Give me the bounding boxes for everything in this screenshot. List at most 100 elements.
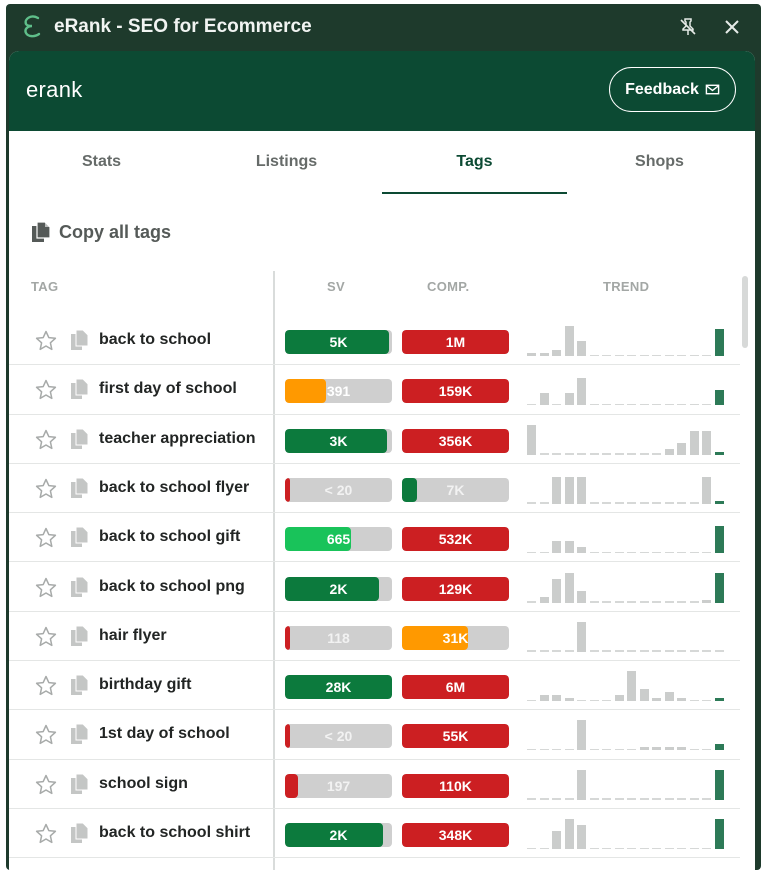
feedback-button[interactable]: Feedback [609,67,736,112]
table-row: back to school png 2K 129K [9,563,740,612]
column-header-tag: TAG [31,279,59,294]
trend-chart [527,718,727,751]
trend-bar [689,650,699,652]
trend-bar [714,329,724,356]
trend-bar [589,502,599,504]
tab-stats[interactable]: Stats [9,131,194,193]
star-icon[interactable] [34,526,58,550]
copy-tag-icon[interactable] [71,576,89,598]
table-row: hair flyer 118 31K [9,612,740,662]
tab-tags[interactable]: Tags [382,131,567,194]
star-icon[interactable] [34,378,58,402]
trend-bar [664,747,674,751]
tag-name[interactable]: back to school gift [99,528,240,546]
tag-name[interactable]: back to school png [99,578,245,596]
copy-all-label: Copy all tags [59,221,172,242]
star-icon[interactable] [34,674,58,698]
star-icon[interactable] [34,477,58,501]
tag-name[interactable]: 1st day of school [99,725,230,743]
trend-bar [652,502,661,504]
trend-chart [527,620,727,652]
comp-bar: 110K [402,773,509,798]
tag-name[interactable]: back to school flyer [99,479,249,497]
trend-bar [614,601,624,603]
sv-bar: 2K [285,576,392,601]
trend-bar [589,699,599,702]
trend-bar [539,748,549,751]
copy-tag-icon[interactable] [71,330,89,351]
copy-tag-icon[interactable] [71,428,89,450]
scrollbar-thumb[interactable] [742,276,748,348]
trend-bar [602,748,611,751]
table-row: teacher appreciation 3K 356K [9,415,740,464]
copy-tag-icon[interactable] [71,724,89,745]
trend-bar [564,819,574,849]
tab-shops[interactable]: Shops [567,131,752,193]
comp-value: 110K [439,777,472,794]
star-icon[interactable] [34,773,58,797]
trend-bar [714,769,724,800]
trend-bar [627,551,636,554]
tag-name[interactable]: hair flyer [99,627,167,645]
trend-bar [552,578,561,603]
trend-bar [677,798,686,800]
star-icon[interactable] [34,723,58,747]
unpin-button[interactable] [674,13,702,41]
trend-bar [602,699,611,702]
close-button[interactable] [718,13,746,41]
trend-bar [614,453,624,455]
trend-bar [689,847,699,849]
trend-chart [527,373,727,406]
comp-bar: 7K [402,477,509,502]
table-row: back to school flyer < 20 7K [9,464,740,514]
copy-all-tags-button[interactable]: Copy all tags [31,219,171,245]
star-icon[interactable] [34,576,58,600]
copy-tag-icon[interactable] [71,625,89,647]
copy-tag-icon[interactable] [71,477,89,499]
trend-bar [527,748,536,751]
column-header-sv[interactable]: SV [327,279,345,294]
copy-tag-icon[interactable] [71,823,89,844]
trend-bar [589,403,599,406]
tab-listings[interactable]: Listings [194,131,379,193]
trend-bar [577,699,586,702]
tag-name[interactable]: school sign [99,775,188,793]
trend-bar [627,671,636,702]
copy-tag-icon[interactable] [71,675,89,696]
comp-bar: 159K [402,379,509,404]
trend-bar [539,453,549,455]
tag-name[interactable]: teacher appreciation [99,430,256,448]
tag-name[interactable]: birthday gift [99,676,191,694]
trend-bar [602,798,611,800]
sv-bar: 391 [285,379,392,404]
tag-name[interactable]: back to school shirt [99,824,250,842]
comp-bar: 1M [402,330,509,354]
star-icon[interactable] [34,329,58,353]
window-title: eRank - SEO for Ecommerce [54,16,312,37]
sv-value: 197 [326,777,351,794]
star-icon[interactable] [34,428,58,452]
trend-bar [577,341,586,356]
tag-name[interactable]: back to school [99,331,211,349]
column-header-comp[interactable]: COMP. [427,279,469,294]
copy-tag-icon[interactable] [71,773,89,795]
trend-bar [564,572,574,603]
comp-value: 356K [438,432,473,449]
trend-bar [539,393,549,406]
trend-bar [589,551,599,554]
trend-bar [639,453,649,455]
copy-tag-icon[interactable] [71,379,89,400]
sv-bar: 118 [285,625,392,650]
trend-bar [664,798,674,800]
trend-bar [639,798,649,800]
trend-bar [677,403,686,406]
trend-bar [689,354,699,356]
tag-name[interactable]: first day of school [99,380,237,398]
star-icon[interactable] [34,625,58,649]
trend-bar [589,354,599,356]
trend-bar [677,601,686,603]
copy-tag-icon[interactable] [71,527,89,548]
star-icon[interactable] [34,822,58,846]
trend-bar [577,547,586,554]
trend-bar [602,847,611,849]
